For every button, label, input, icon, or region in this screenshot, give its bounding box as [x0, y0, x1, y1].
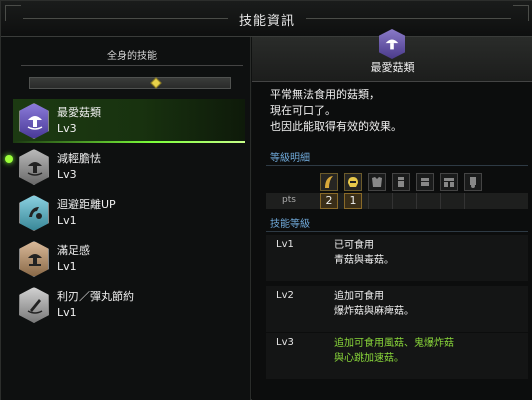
divider	[21, 65, 243, 66]
description-line: 也因此能取得有效的效果。	[270, 120, 402, 133]
skill-name: 減輕膽怯	[57, 152, 101, 165]
skill-description: 平常無法食用的菇類， 現在可口了。 也因此能取得有效的效果。	[270, 87, 402, 135]
evade-skill-icon	[19, 195, 49, 231]
mushroom-skill-icon	[19, 149, 49, 185]
skill-detail-panel: 最愛菇類 平常無法食用的菇類， 現在可口了。 也因此能取得有效的效果。 等級明細	[252, 29, 532, 400]
skill-levels-title: 技能等級	[270, 219, 310, 230]
level-breakdown: pts 2 1	[266, 173, 528, 213]
level-effect-line: 爆炸菇與麻痺菇。	[334, 306, 414, 317]
weapon-slot-icon	[320, 173, 338, 191]
mushroom-skill-icon	[19, 103, 49, 139]
level-label: Lv2	[276, 290, 294, 301]
skill-info-window: 技能資訊 全身的技能 最愛菇類 Lv3 減輕膽怯 Lv3 迴避距離UP Lv1 …	[0, 0, 532, 400]
satisfaction-skill-icon	[19, 241, 49, 277]
skill-level: Lv1	[57, 306, 77, 319]
pts-row: pts 2 1	[266, 193, 528, 209]
skill-item-ammo-saver[interactable]: 利刃／彈丸節約 Lv1	[13, 283, 245, 327]
arms-pts	[392, 193, 410, 209]
pts-label: pts	[282, 195, 296, 205]
selected-skill-name: 最愛菇類	[370, 61, 415, 74]
weapon-pts: 2	[320, 193, 338, 209]
skill-list-header: 全身的技能	[107, 51, 157, 62]
skill-level: Lv3	[57, 122, 77, 135]
selection-cursor-icon	[5, 155, 13, 163]
helm-slot-icon	[344, 173, 362, 191]
title-bar: 技能資訊	[1, 1, 532, 37]
level-effect: 追加可食用 爆炸菇與麻痺菇。	[334, 289, 414, 319]
charm-pts	[464, 193, 482, 209]
skill-level: Lv3	[57, 168, 77, 181]
skill-name: 最愛菇類	[57, 106, 101, 119]
chest-pts	[368, 193, 386, 209]
level-breakdown-title: 等級明細	[270, 153, 310, 164]
arms-slot-icon	[392, 173, 410, 191]
skill-level: Lv1	[57, 260, 77, 273]
skill-item-satisfaction[interactable]: 滿足感 Lv1	[13, 237, 245, 281]
skill-category-tab[interactable]	[29, 77, 231, 89]
skill-name: 滿足感	[57, 244, 90, 257]
skill-name: 迴避距離UP	[57, 198, 116, 211]
skill-item-favorite-mushroom[interactable]: 最愛菇類 Lv3	[13, 99, 245, 143]
skill-level: Lv1	[57, 214, 77, 227]
skill-level-row-current: Lv3 追加可食用風菇、鬼爆炸菇 與心跳加速菇。	[266, 333, 528, 379]
level-effect-line: 追加可食用風菇、鬼爆炸菇	[334, 338, 454, 349]
title-rule	[306, 18, 511, 19]
waist-slot-icon	[416, 173, 434, 191]
legs-slot-icon	[440, 173, 458, 191]
skill-level-row: Lv1 已可食用 青菇與毒菇。	[266, 235, 528, 281]
title-corner-ornament	[513, 5, 529, 21]
divider	[266, 231, 528, 232]
description-line: 現在可口了。	[270, 104, 336, 117]
level-effect-line: 青菇與毒菇。	[334, 255, 394, 266]
description-line: 平常無法食用的菇類，	[270, 88, 380, 101]
level-label: Lv1	[276, 239, 294, 250]
level-effect: 追加可食用風菇、鬼爆炸菇 與心跳加速菇。	[334, 336, 454, 366]
tab-indicator-icon	[150, 77, 162, 89]
level-effect-line: 已可食用	[334, 240, 374, 251]
level-label: Lv3	[276, 337, 294, 348]
skill-item-evade-extender[interactable]: 迴避距離UP Lv1	[13, 191, 245, 235]
skill-level-row: Lv2 追加可食用 爆炸菇與麻痺菇。	[266, 286, 528, 332]
chest-slot-icon	[368, 173, 386, 191]
legs-pts	[440, 193, 458, 209]
window-title: 技能資訊	[238, 14, 295, 29]
skill-name: 利刃／彈丸節約	[57, 290, 134, 303]
level-effect: 已可食用 青菇與毒菇。	[334, 238, 394, 268]
level-effect-line: 與心跳加速菇。	[334, 353, 404, 364]
charm-slot-icon	[464, 173, 482, 191]
ammo-skill-icon	[19, 287, 49, 323]
skill-item-fortify-courage[interactable]: 減輕膽怯 Lv3	[13, 145, 245, 189]
helm-pts: 1	[344, 193, 362, 209]
divider	[266, 165, 528, 166]
waist-pts	[416, 193, 434, 209]
skill-list-panel: 全身的技能 最愛菇類 Lv3 減輕膽怯 Lv3 迴避距離UP Lv1 滿足感 L…	[1, 37, 251, 400]
skill-detail-header: 最愛菇類	[252, 29, 532, 82]
level-effect-line: 追加可食用	[334, 291, 384, 302]
